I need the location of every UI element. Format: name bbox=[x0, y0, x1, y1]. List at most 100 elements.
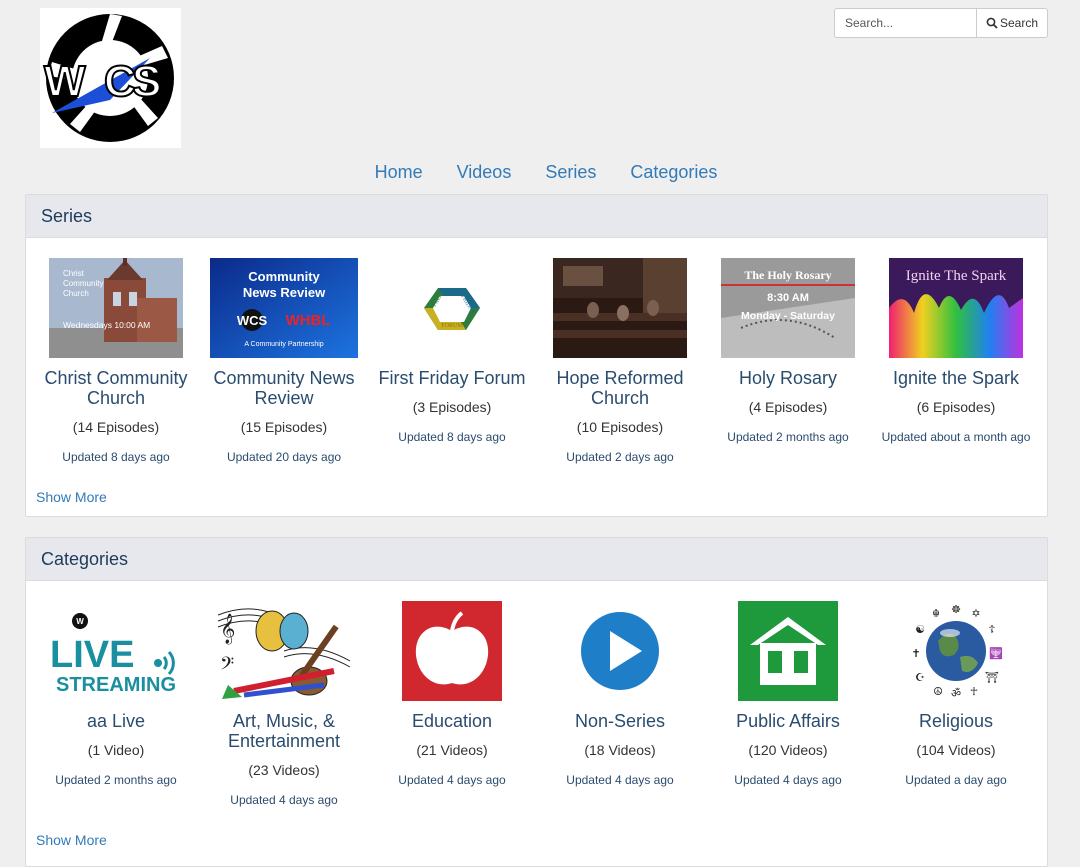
search-button[interactable]: Search bbox=[976, 8, 1048, 38]
series-title[interactable]: Community News Review bbox=[200, 368, 368, 408]
series-card[interactable]: Christ Community Church Wednesdays 10:00… bbox=[32, 238, 200, 466]
thumb-text: WCS bbox=[237, 313, 268, 328]
category-updated: Updated 4 days ago bbox=[230, 793, 338, 807]
series-updated: Updated about a month ago bbox=[881, 430, 1031, 444]
thumb-text: A Community Partnership bbox=[244, 341, 323, 348]
series-updated: Updated 20 days ago bbox=[226, 450, 342, 464]
category-title[interactable]: Education bbox=[368, 711, 536, 731]
series-episode-count: (3 Episodes) bbox=[412, 399, 492, 415]
series-card[interactable]: Community News Review WCS WHBL A Communi… bbox=[200, 238, 368, 466]
main-nav: Home Videos Series Categories bbox=[0, 160, 1080, 184]
svg-text:S: S bbox=[132, 57, 161, 106]
series-card[interactable]: The Holy Rosary 8:30 AM Monday - Saturda… bbox=[704, 238, 872, 446]
site-logo[interactable]: W S C bbox=[40, 8, 181, 148]
category-thumbnail[interactable] bbox=[402, 601, 502, 701]
category-video-count: (104 Videos) bbox=[916, 742, 996, 758]
series-updated: Updated 2 days ago bbox=[566, 450, 674, 464]
thumb-text: The Holy Rosary bbox=[744, 268, 831, 282]
series-card[interactable]: Ignite The Spark Ignite the Spark (6 Epi… bbox=[872, 238, 1040, 446]
series-episode-count: (14 Episodes) bbox=[72, 419, 160, 435]
treble-clef-icon: 𝄞 bbox=[220, 613, 235, 645]
category-updated: Updated 4 days ago bbox=[734, 773, 842, 787]
category-video-count: (1 Video) bbox=[87, 742, 145, 758]
series-thumbnail[interactable]: Community News Review WCS WHBL A Communi… bbox=[210, 258, 358, 358]
svg-text:☥: ☥ bbox=[970, 685, 978, 698]
thumb-text: 8:30 AM bbox=[767, 292, 809, 304]
series-title[interactable]: Ignite the Spark bbox=[872, 368, 1040, 388]
nav-videos[interactable]: Videos bbox=[440, 160, 529, 184]
category-card[interactable]: Non-Series (18 Videos) Updated 4 days ag… bbox=[536, 581, 704, 789]
series-title[interactable]: Hope Reformed Church bbox=[536, 368, 704, 408]
live-logo-mark: W bbox=[76, 617, 84, 626]
category-card[interactable]: Education (21 Videos) Updated 4 days ago bbox=[368, 581, 536, 789]
category-title[interactable]: Public Affairs bbox=[704, 711, 872, 731]
category-title[interactable]: Non-Series bbox=[536, 711, 704, 731]
category-card[interactable]: 𝄞 𝄢 Art, Music, & Entertainment (23 Vide… bbox=[200, 581, 368, 809]
category-video-count: (21 Videos) bbox=[416, 742, 488, 758]
series-thumbnail[interactable]: Christ Community Church Wednesdays 10:00… bbox=[49, 258, 183, 358]
thumb-text: Church bbox=[63, 289, 89, 298]
category-title[interactable]: aa Live bbox=[32, 711, 200, 731]
categories-heading: Categories bbox=[26, 538, 1047, 581]
category-video-count: (23 Videos) bbox=[248, 762, 320, 778]
category-updated: Updated 2 months ago bbox=[55, 773, 177, 787]
category-card[interactable]: Public Affairs (120 Videos) Updated 4 da… bbox=[704, 581, 872, 789]
svg-text:✡: ✡ bbox=[971, 607, 980, 620]
svg-text:⛩: ⛩ bbox=[985, 671, 999, 684]
search-button-label: Search bbox=[999, 16, 1039, 30]
category-thumbnail[interactable]: 𝄞 𝄢 bbox=[214, 601, 354, 701]
series-episode-count: (10 Episodes) bbox=[576, 419, 664, 435]
thumb-text: News Review bbox=[243, 285, 326, 300]
series-heading: Series bbox=[26, 195, 1047, 238]
category-video-count: (120 Videos) bbox=[748, 742, 828, 758]
series-updated: Updated 8 days ago bbox=[398, 430, 506, 444]
series-updated: Updated 8 days ago bbox=[62, 450, 170, 464]
thumb-text: Community bbox=[63, 279, 103, 288]
thumb-text: STREAMING bbox=[56, 674, 176, 696]
series-thumbnail[interactable] bbox=[553, 258, 687, 358]
search-input[interactable] bbox=[834, 8, 976, 38]
category-updated: Updated 4 days ago bbox=[398, 773, 506, 787]
category-card[interactable]: ☸ ☬ ✡ ☯ ☦ ✝ 🕎 ☪ ⛩ ☮ ॐ ☥ Religious (104 V… bbox=[872, 581, 1040, 789]
svg-text:C: C bbox=[104, 57, 136, 106]
categories-grid: W LIVE STREAMING aa Live (1 Video) Updat… bbox=[26, 581, 1047, 821]
categories-show-more-link[interactable]: Show More bbox=[36, 832, 107, 848]
category-updated: Updated 4 days ago bbox=[566, 773, 674, 787]
category-thumbnail[interactable]: W LIVE STREAMING bbox=[46, 601, 186, 701]
category-title[interactable]: Art, Music, & Entertainment bbox=[200, 711, 368, 751]
svg-text:☪: ☪ bbox=[915, 671, 925, 684]
series-card[interactable]: FIRST FRIDAY FORUM First Friday Forum (3… bbox=[368, 238, 536, 446]
search-icon bbox=[986, 17, 998, 29]
series-episode-count: (15 Episodes) bbox=[240, 419, 328, 435]
series-thumbnail[interactable]: The Holy Rosary 8:30 AM Monday - Saturda… bbox=[721, 258, 855, 358]
nav-series[interactable]: Series bbox=[528, 160, 613, 184]
category-card[interactable]: W LIVE STREAMING aa Live (1 Video) Updat… bbox=[32, 581, 200, 789]
svg-text:☮: ☮ bbox=[933, 685, 943, 698]
category-video-count: (18 Videos) bbox=[584, 742, 656, 758]
series-thumbnail[interactable]: FIRST FRIDAY FORUM bbox=[385, 258, 519, 358]
series-thumbnail[interactable]: Ignite The Spark bbox=[889, 258, 1023, 358]
series-card[interactable]: Hope Reformed Church (10 Episodes) Updat… bbox=[536, 238, 704, 466]
svg-text:☸: ☸ bbox=[951, 603, 961, 616]
thumb-text: Christ bbox=[63, 269, 85, 278]
bass-clef-icon: 𝄢 bbox=[220, 654, 234, 679]
series-title[interactable]: Christ Community Church bbox=[32, 368, 200, 408]
series-episode-count: (6 Episodes) bbox=[916, 399, 996, 415]
series-title[interactable]: First Friday Forum bbox=[368, 368, 536, 388]
thumb-text: Wednesdays 10:00 AM bbox=[63, 320, 150, 330]
series-show-more-link[interactable]: Show More bbox=[36, 489, 107, 505]
nav-categories[interactable]: Categories bbox=[613, 160, 734, 184]
category-thumbnail[interactable] bbox=[570, 601, 670, 701]
category-title[interactable]: Religious bbox=[872, 711, 1040, 731]
nav-home[interactable]: Home bbox=[358, 160, 440, 184]
category-thumbnail[interactable]: ☸ ☬ ✡ ☯ ☦ ✝ 🕎 ☪ ⛩ ☮ ॐ ☥ bbox=[906, 601, 1006, 701]
series-grid: Christ Community Church Wednesdays 10:00… bbox=[26, 238, 1047, 478]
series-panel: Series Christ Community Church Wednesday… bbox=[25, 194, 1048, 517]
series-title[interactable]: Holy Rosary bbox=[704, 368, 872, 388]
category-thumbnail[interactable] bbox=[738, 601, 838, 701]
category-updated: Updated a day ago bbox=[905, 773, 1007, 787]
svg-text:☯: ☯ bbox=[915, 623, 925, 636]
series-episode-count: (4 Episodes) bbox=[748, 399, 828, 415]
thumb-text: Monday - Saturday bbox=[741, 310, 835, 322]
apple-icon bbox=[415, 626, 489, 685]
